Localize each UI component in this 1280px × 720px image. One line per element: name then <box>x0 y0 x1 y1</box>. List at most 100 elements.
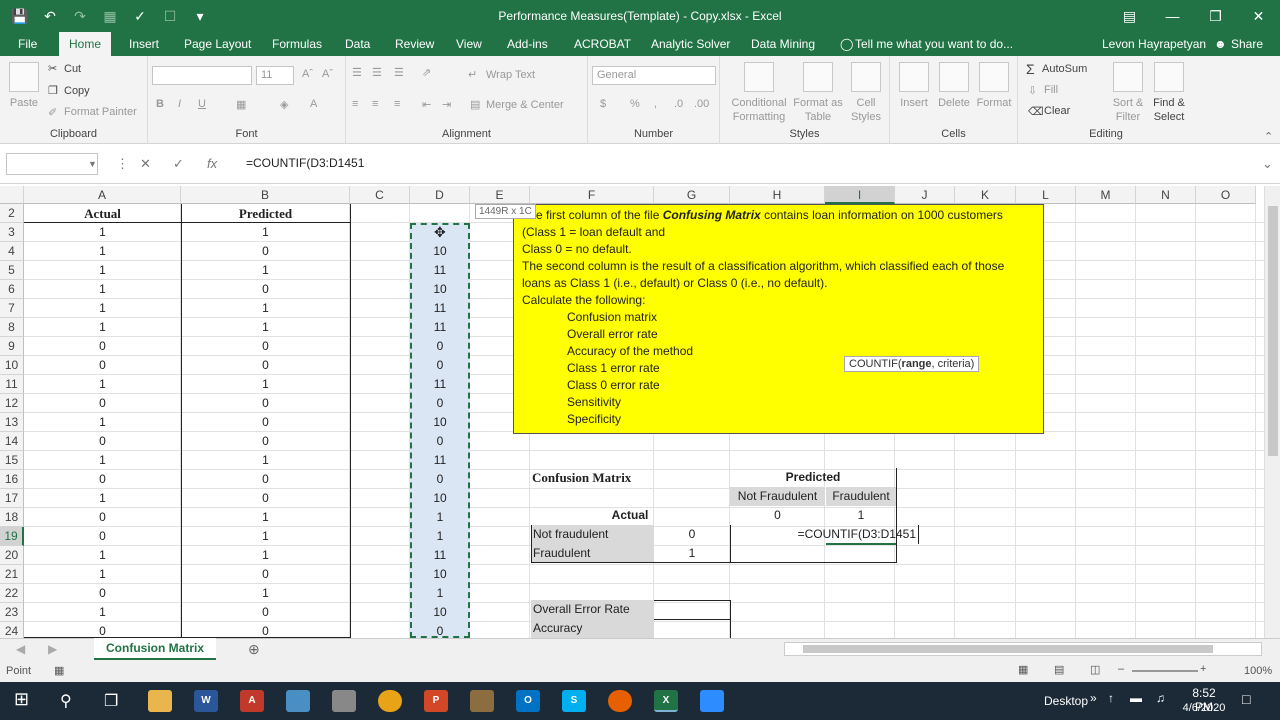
next-sheet-icon[interactable]: ▶ <box>48 642 57 656</box>
acrobat-icon[interactable]: A <box>240 690 264 712</box>
row-header[interactable]: 18 <box>0 508 24 527</box>
column-header[interactable]: L <box>1016 186 1076 204</box>
user-name[interactable]: Levon Hayrapetyan <box>1102 37 1206 51</box>
italic-icon[interactable]: I <box>178 98 181 110</box>
percent-icon[interactable]: % <box>630 98 640 110</box>
gear-icon[interactable] <box>332 690 356 712</box>
zoom-app-icon[interactable] <box>700 690 724 712</box>
horizontal-scrollbar[interactable] <box>784 642 1262 656</box>
skype-icon[interactable]: S <box>562 690 586 712</box>
excel-icon[interactable]: X <box>654 690 678 712</box>
zoom-in-icon[interactable]: + <box>1200 663 1206 675</box>
row-header[interactable]: 22 <box>0 584 24 603</box>
fill-color-icon[interactable]: ◈ <box>280 98 288 111</box>
sort-filter-button[interactable]: Sort & Filter <box>1110 62 1146 124</box>
column-header[interactable]: N <box>1136 186 1196 204</box>
volume-icon[interactable]: ♫ <box>1156 691 1165 705</box>
predicted-cell[interactable]: 0 <box>181 413 350 432</box>
column-header[interactable]: M <box>1076 186 1136 204</box>
task-view-icon[interactable]: ❐ <box>104 691 118 711</box>
remote-desktop-icon[interactable] <box>286 690 310 712</box>
minimize-button[interactable]: — <box>1151 0 1194 32</box>
helper-cell[interactable]: 0 <box>410 622 470 638</box>
column-header[interactable]: K <box>955 186 1016 204</box>
helper-cell[interactable]: 11 <box>410 318 470 337</box>
decrease-indent-icon[interactable]: ⇤ <box>422 98 431 111</box>
confusion-matrix-title[interactable]: Confusion Matrix <box>532 468 652 487</box>
align-center-icon[interactable]: ≡ <box>372 98 378 110</box>
tab-data[interactable]: Data <box>345 37 370 51</box>
column-header[interactable]: J <box>895 186 955 204</box>
horizontal-scroll-thumb[interactable] <box>803 645 1213 653</box>
helper-cell[interactable]: 11 <box>410 299 470 318</box>
tab-acrobat[interactable]: ACROBAT <box>574 37 631 51</box>
column-header[interactable]: D <box>410 186 470 204</box>
active-cell-editor[interactable]: =COUNTIF(D3:D1451 <box>730 525 919 544</box>
tab-file[interactable]: File <box>18 37 37 51</box>
name-box-dropdown-icon[interactable]: ▼ <box>88 159 97 169</box>
actual-header[interactable]: Actual <box>24 204 181 223</box>
helper-cell[interactable]: 0 <box>410 470 470 489</box>
actual-cell[interactable]: 0 <box>24 394 181 413</box>
predicted-cell[interactable]: 0 <box>181 356 350 375</box>
column-header[interactable]: I <box>825 186 895 204</box>
row-header[interactable]: 12 <box>0 394 24 413</box>
conditional-formatting-button[interactable]: Conditional Formatting <box>728 62 790 124</box>
predicted-label[interactable]: Predicted <box>730 468 896 487</box>
chevron-icon[interactable]: » <box>1090 691 1097 705</box>
row-header[interactable]: 2 <box>0 204 24 223</box>
expand-formula-bar-icon[interactable]: ⌄ <box>1262 156 1273 172</box>
file-explorer-icon[interactable] <box>148 690 172 712</box>
actual-cell[interactable]: 0 <box>24 584 181 603</box>
column-header[interactable]: H <box>730 186 825 204</box>
network-icon[interactable]: ▬ <box>1130 691 1142 705</box>
actual-cell[interactable]: 1 <box>24 565 181 584</box>
row-header[interactable]: 17 <box>0 489 24 508</box>
powerpoint-icon[interactable]: P <box>424 690 448 712</box>
helper-cell[interactable]: 11 <box>410 261 470 280</box>
predicted-cell[interactable]: 1 <box>181 375 350 394</box>
outlook-icon[interactable]: O <box>516 690 540 712</box>
helper-cell[interactable]: 10 <box>410 242 470 261</box>
helper-cell[interactable]: 10 <box>410 565 470 584</box>
align-right-icon[interactable]: ≡ <box>394 98 400 110</box>
normal-view-icon[interactable]: ▦ <box>1018 663 1028 676</box>
notifications-icon[interactable]: □ <box>1242 691 1250 707</box>
actual-cell[interactable]: 0 <box>24 622 181 638</box>
row-header[interactable]: 10 <box>0 356 24 375</box>
delete-cells-button[interactable]: Delete <box>934 62 974 110</box>
increase-decimal-icon[interactable]: .0 <box>674 98 683 110</box>
autosum-button[interactable]: AutoSum <box>1042 63 1087 75</box>
actual-cell[interactable]: 0 <box>24 432 181 451</box>
tab-page-layout[interactable]: Page Layout <box>184 37 251 51</box>
predicted-cell[interactable]: 0 <box>181 432 350 451</box>
sheet-tab-confusion-matrix[interactable]: Confusion Matrix <box>94 638 216 660</box>
align-top-icon[interactable]: ☰ <box>352 66 362 79</box>
increase-font-icon[interactable]: Aˆ <box>302 68 313 80</box>
row-header[interactable]: 23 <box>0 603 24 622</box>
collapse-ribbon-icon[interactable]: ⌃ <box>1264 130 1273 143</box>
actual-cell[interactable]: 1 <box>24 299 181 318</box>
predicted-cell[interactable]: 1 <box>181 318 350 337</box>
font-size-box[interactable]: 11 <box>256 66 294 85</box>
column-header[interactable]: A <box>24 186 181 204</box>
predicted-cell[interactable]: 0 <box>181 470 350 489</box>
windows-start-icon[interactable]: ⊞ <box>14 689 29 710</box>
actual-cell[interactable]: 1 <box>24 280 181 299</box>
row-header[interactable]: 21 <box>0 565 24 584</box>
predicted-cell[interactable]: 1 <box>181 223 350 242</box>
format-painter-button[interactable]: Format Painter <box>64 106 137 118</box>
predicted-cell[interactable]: 0 <box>181 489 350 508</box>
tab-view[interactable]: View <box>456 37 482 51</box>
fraudulent-col-header[interactable]: Fraudulent <box>826 487 896 506</box>
formula-input[interactable]: =COUNTIF(D3:D1451 <box>246 156 364 170</box>
row-header[interactable]: 8 <box>0 318 24 337</box>
predicted-cell[interactable]: 0 <box>181 565 350 584</box>
tab-formulas[interactable]: Formulas <box>272 37 322 51</box>
number-format-box[interactable]: General <box>592 66 716 85</box>
helper-cell[interactable]: 11 <box>410 546 470 565</box>
insert-cells-button[interactable]: Insert <box>894 62 934 110</box>
macro-record-icon[interactable]: ▦ <box>54 664 64 677</box>
fraudulent-row-header[interactable]: Fraudulent <box>533 544 653 563</box>
helper-cell[interactable]: 10 <box>410 413 470 432</box>
